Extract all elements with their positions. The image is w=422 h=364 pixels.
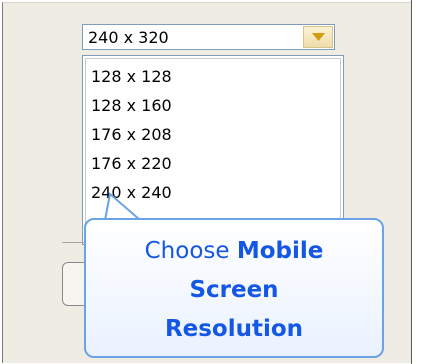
resolution-options-list[interactable]: 128 x 128 128 x 160 176 x 208 176 x 220 … bbox=[82, 55, 344, 245]
option-128x128[interactable]: 128 x 128 bbox=[91, 67, 172, 86]
option-240x240[interactable]: 240 x 240 bbox=[91, 183, 172, 202]
chevron-down-icon bbox=[312, 33, 325, 41]
option-128x160[interactable]: 128 x 160 bbox=[91, 96, 172, 115]
option-176x208[interactable]: 176 x 208 bbox=[91, 125, 172, 144]
window-edge bbox=[411, 0, 422, 364]
hidden-button[interactable] bbox=[62, 262, 124, 306]
selected-resolution: 240 x 320 bbox=[88, 28, 169, 47]
separator-line bbox=[62, 242, 362, 243]
resolution-select[interactable]: 240 x 320 bbox=[82, 24, 335, 50]
option-176x220[interactable]: 176 x 220 bbox=[91, 154, 172, 173]
dropdown-button[interactable] bbox=[303, 26, 333, 48]
